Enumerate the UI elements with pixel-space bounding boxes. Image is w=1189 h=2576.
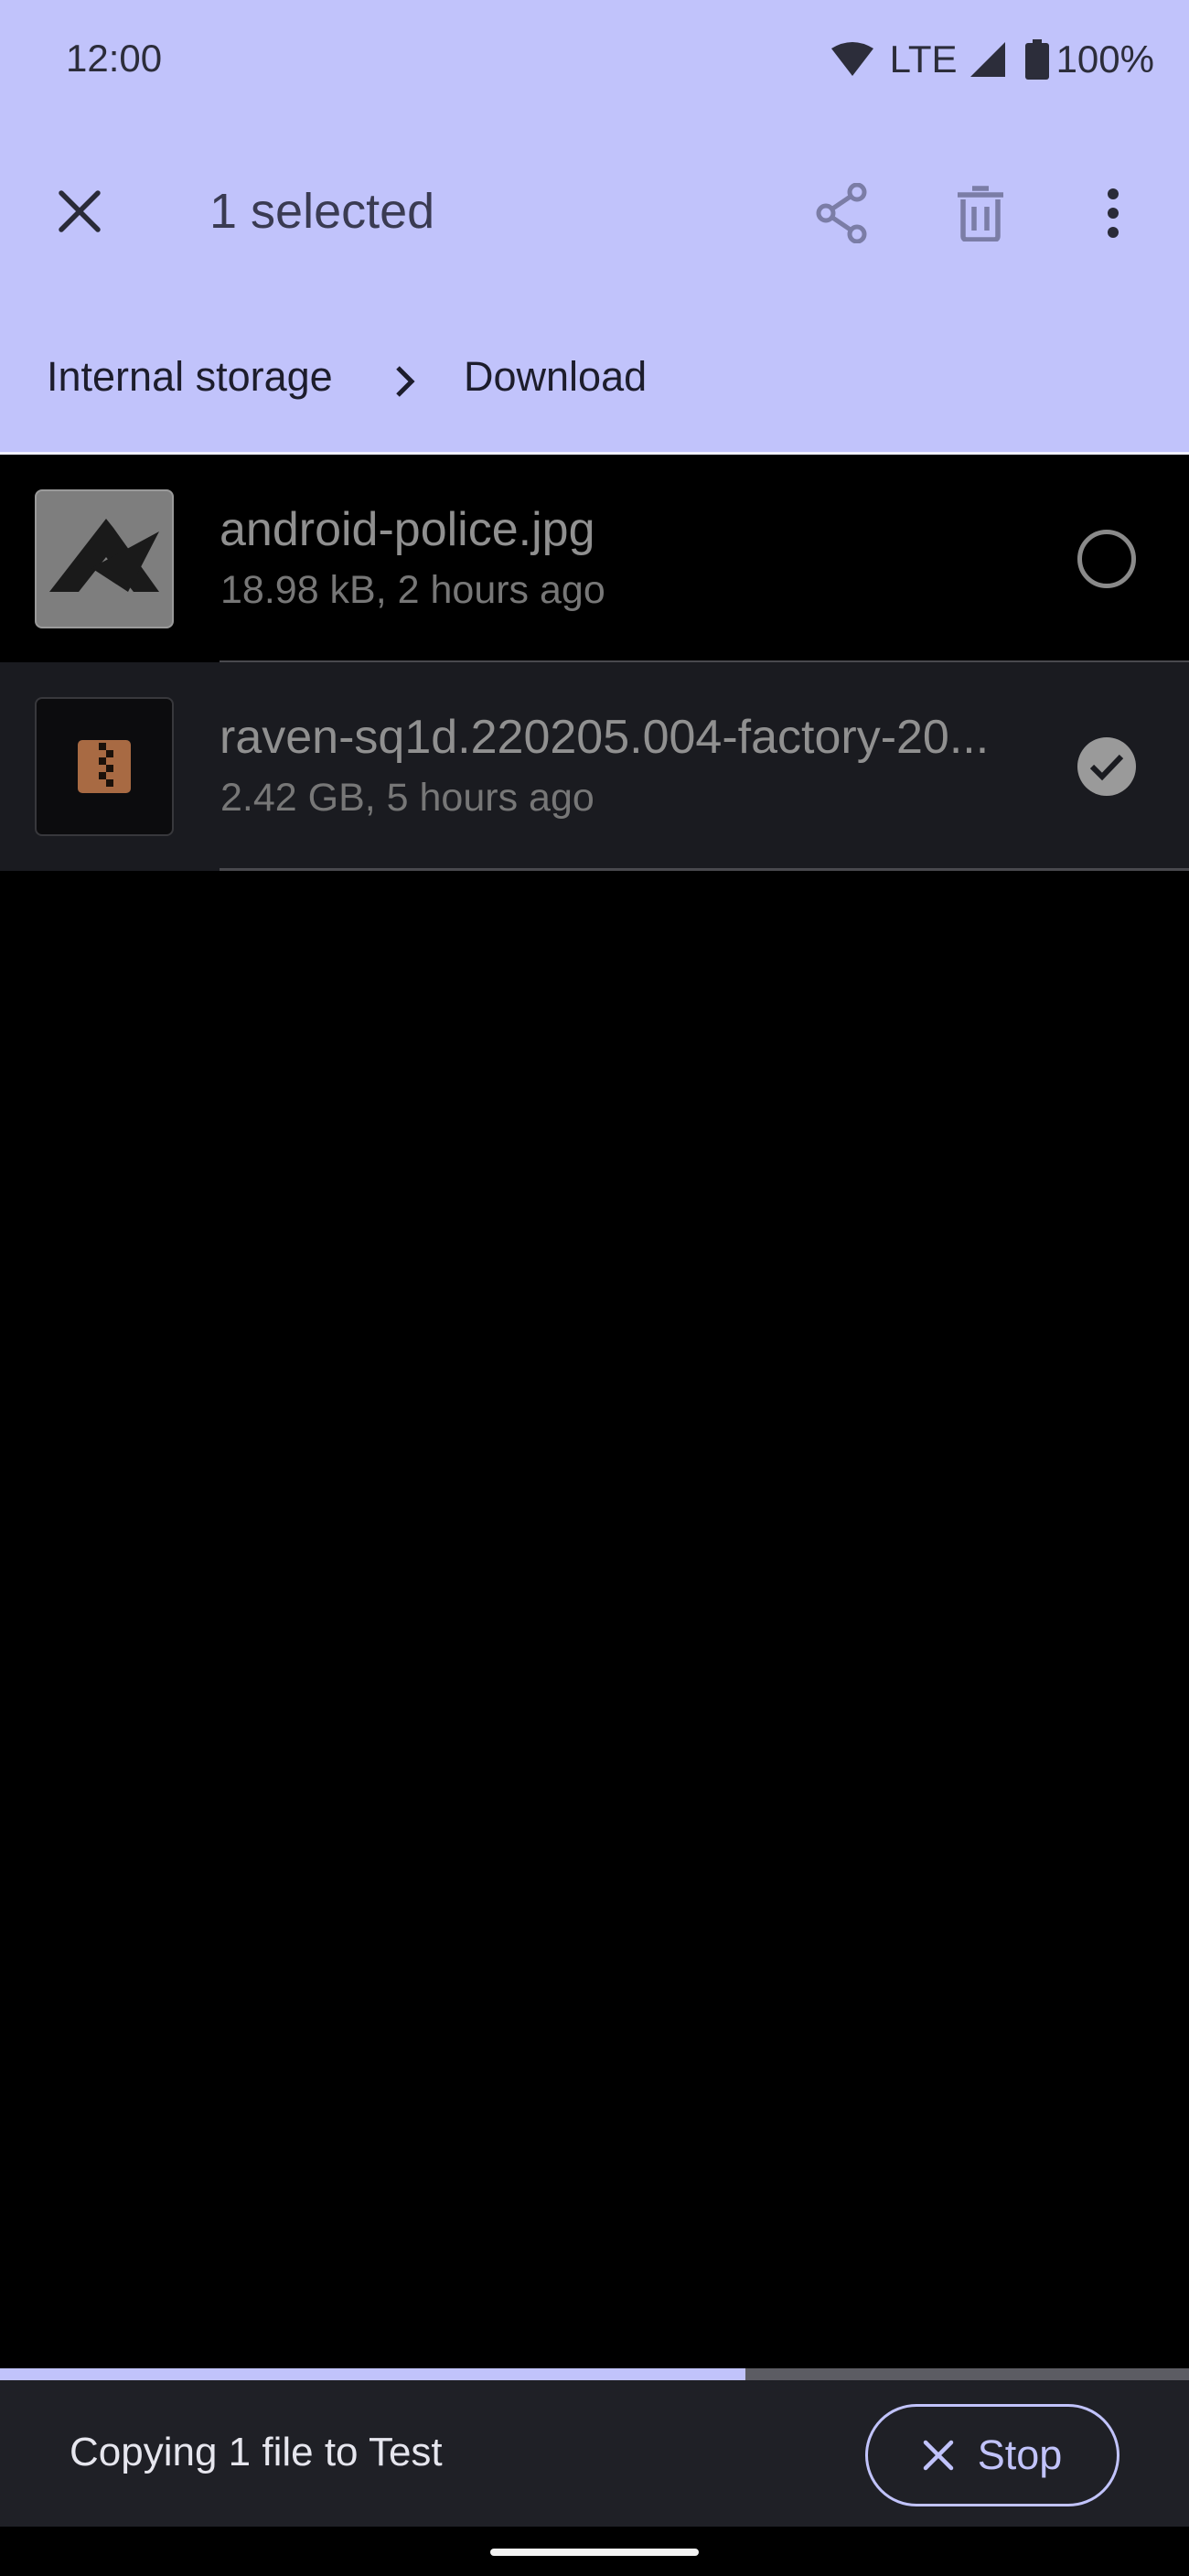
- delete-button[interactable]: [944, 179, 1017, 247]
- screen: 12:00 LTE 100% 1 selected Internal stora…: [0, 0, 1189, 2576]
- image-thumbnail: [35, 489, 174, 628]
- share-icon: [816, 183, 867, 243]
- close-icon: [59, 190, 101, 232]
- selection-count-title: 1 selected: [209, 184, 435, 239]
- selected-check[interactable]: [1077, 737, 1136, 796]
- file-name: android-police.jpg: [220, 503, 595, 556]
- zip-file-icon: [35, 697, 174, 836]
- close-icon: [923, 2440, 953, 2471]
- file-row-android-police[interactable]: android-police.jpg 18.98 kB, 2 hours ago: [0, 455, 1189, 663]
- status-icons: LTE 100%: [830, 33, 1154, 86]
- battery-level: 100%: [1055, 38, 1154, 80]
- copy-snackbar: Copying 1 file to Test Stop: [0, 2380, 1189, 2527]
- file-name: raven-sq1d.220205.004-factory-20...: [220, 711, 990, 764]
- gesture-nav-bar[interactable]: [490, 2549, 699, 2556]
- stop-copy-button[interactable]: Stop: [865, 2404, 1119, 2506]
- file-meta: 2.42 GB, 5 hours ago: [220, 776, 594, 820]
- network-type: LTE: [889, 38, 958, 80]
- share-button[interactable]: [805, 179, 878, 247]
- row-divider: [220, 868, 1189, 871]
- close-selection-button[interactable]: [48, 179, 112, 243]
- more-options-button[interactable]: [1092, 179, 1134, 247]
- breadcrumb-download[interactable]: Download: [464, 353, 647, 401]
- check-icon: [1089, 754, 1124, 781]
- chevron-right-icon: [387, 359, 423, 404]
- cell-signal-icon: [969, 42, 1005, 77]
- copy-progress-fill: [0, 2368, 746, 2380]
- copy-status-message: Copying 1 file to Test: [70, 2430, 443, 2474]
- breadcrumb-internal-storage[interactable]: Internal storage: [47, 353, 333, 401]
- delete-icon: [958, 186, 1003, 242]
- top-app-bar: 12:00 LTE 100% 1 selected Internal stora…: [0, 0, 1189, 452]
- file-meta: 18.98 kB, 2 hours ago: [220, 568, 605, 612]
- wifi-icon: [830, 41, 875, 78]
- file-row-raven-factory[interactable]: raven-sq1d.220205.004-factory-20... 2.42…: [0, 662, 1189, 871]
- copy-progress-bar: [0, 2368, 1189, 2380]
- status-time: 12:00: [66, 37, 163, 80]
- stop-label: Stop: [977, 2431, 1063, 2478]
- more-vert-icon: [1108, 188, 1119, 238]
- battery-icon: [1024, 39, 1049, 80]
- select-radio[interactable]: [1077, 530, 1136, 588]
